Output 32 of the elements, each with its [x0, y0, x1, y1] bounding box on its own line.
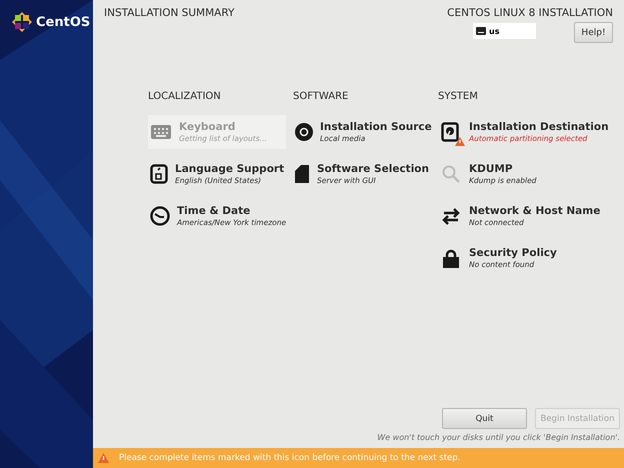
item-title: Language Support [175, 163, 284, 175]
arrows-icon [441, 206, 461, 226]
product-title: CENTOS LINUX 8 INSTALLATION [447, 7, 613, 19]
language-icon [150, 164, 168, 184]
disc-icon [295, 123, 313, 141]
item-title: Installation Destination [469, 121, 609, 133]
item-title: Network & Host Name [469, 205, 600, 217]
page-title: INSTALLATION SUMMARY [104, 7, 234, 21]
section-heading: SYSTEM [438, 91, 479, 102]
search-icon [442, 165, 460, 183]
quit-button[interactable]: Quit [442, 408, 527, 429]
footer-note: We won't touch your disks until you click 'Begin Installation'. [377, 433, 620, 442]
item-title: KDUMP [469, 163, 514, 175]
item-title: Time & Date [177, 205, 252, 217]
item-title: Security Policy [469, 247, 557, 259]
warning-icon [455, 136, 465, 146]
warning-message: Please complete items marked with this icon before continuing to the next step. [119, 453, 460, 463]
warning-icon [98, 453, 109, 463]
keyboard-layout-indicator[interactable]: us [473, 23, 536, 39]
clock-icon [150, 206, 170, 226]
help-button[interactable]: Help! [574, 22, 613, 43]
keyboard-icon [151, 124, 171, 140]
logo-text: CentOS [36, 14, 90, 30]
keyboard-icon [476, 27, 486, 35]
logo-icon [12, 12, 32, 32]
package-icon [295, 165, 310, 183]
section-heading: LOCALIZATION [148, 91, 222, 102]
section-heading: SOFTWARE [293, 91, 350, 102]
item-title: Software Selection [316, 163, 429, 175]
item-title: Keyboard [179, 121, 236, 133]
lock-icon [443, 248, 459, 268]
item-title: Installation Source [320, 121, 432, 133]
